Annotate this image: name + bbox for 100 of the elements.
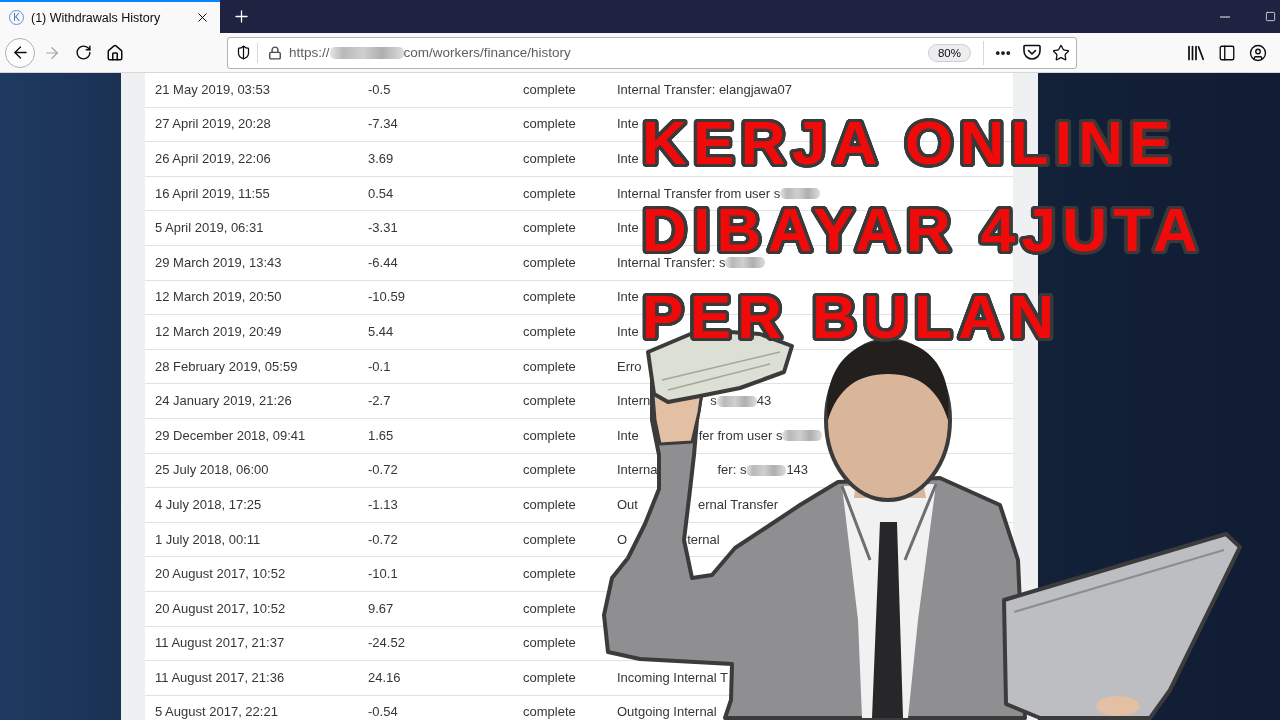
date-cell: 1 July 2018, 00:11	[155, 532, 261, 547]
amount-cell: 5.44	[368, 324, 394, 339]
zoom-level-badge[interactable]: 80%	[927, 43, 971, 62]
amount-cell: 9.67	[368, 601, 394, 616]
date-cell: 5 August 2017, 22:21	[155, 705, 278, 720]
description-text: s	[710, 394, 717, 409]
status-cell: complete	[523, 186, 576, 201]
tab-title: (1) Withdrawals History	[31, 10, 162, 25]
close-icon[interactable]	[195, 10, 210, 25]
back-button[interactable]	[5, 37, 35, 68]
status-cell: complete	[523, 567, 576, 582]
status-cell: complete	[523, 636, 576, 651]
date-cell: 12 March 2019, 20:50	[155, 290, 282, 305]
amount-cell: -1.13	[368, 497, 398, 512]
reload-icon[interactable]	[75, 44, 92, 61]
amount-cell: 3.69	[368, 152, 394, 166]
amount-cell: -6.44	[368, 255, 398, 270]
home-icon[interactable]	[106, 43, 124, 62]
description-text: Internal Transfer: s	[617, 255, 726, 270]
status-cell: complete	[523, 82, 576, 97]
date-cell: 16 April 2019, 11:55	[155, 186, 270, 201]
amount-cell: -3.31	[368, 221, 398, 236]
status-cell: complete	[523, 670, 576, 685]
description-text: Incoming Internal T	[617, 670, 729, 685]
description-text: fer: s	[717, 463, 747, 478]
account-icon[interactable]	[1249, 43, 1267, 62]
description-text: Inte	[617, 117, 639, 132]
status-cell: complete	[523, 152, 576, 166]
amount-cell: -7.34	[368, 117, 398, 132]
date-cell: 24 January 2019, 21:26	[155, 394, 292, 409]
date-cell: 25 July 2018, 06:00	[155, 463, 269, 478]
status-cell: complete	[523, 394, 576, 409]
status-cell: complete	[523, 117, 576, 132]
date-cell: 20 August 2017, 10:52	[155, 601, 286, 616]
amount-cell: 1.65	[368, 428, 394, 443]
description-text: Out	[617, 497, 638, 512]
description-text: Erro	[617, 359, 642, 374]
pouch-icon[interactable]	[1023, 44, 1041, 61]
shield-icon[interactable]	[236, 45, 251, 60]
amount-cell: -10.59	[368, 290, 405, 305]
plus-icon[interactable]	[232, 7, 251, 26]
redaction-blur	[716, 395, 757, 407]
description-text: Intern	[617, 394, 651, 409]
date-cell: 28 February 2019, 05:59	[155, 359, 298, 374]
sidebar-icon[interactable]	[1218, 43, 1236, 62]
amount-cell: -0.5	[368, 82, 391, 97]
description-text: 143	[786, 463, 809, 478]
amount-cell: -10.1	[368, 567, 398, 582]
status-cell: complete	[523, 428, 576, 443]
redaction-blur	[780, 188, 821, 200]
date-cell: 29 March 2019, 13:43	[155, 255, 282, 270]
date-cell: 11 August 2017, 21:37	[155, 636, 285, 651]
date-cell: 26 April 2019, 22:06	[155, 152, 271, 166]
date-cell: 4 July 2018, 17:25	[155, 497, 262, 512]
description-text: Inte	[617, 324, 639, 339]
status-cell: complete	[523, 601, 576, 616]
date-cell: 20 August 2017, 10:52	[155, 567, 286, 582]
date-cell: 29 December 2018, 09:41	[155, 428, 306, 443]
description-text: Outgoing Internal	[617, 705, 717, 720]
description-text: Internal Transfer from user s	[617, 186, 781, 201]
description-text: Inte	[617, 428, 639, 443]
status-cell: complete	[523, 359, 576, 374]
description-text: Inte	[617, 152, 639, 166]
amount-cell: 24.16	[368, 670, 401, 685]
status-cell: complete	[523, 463, 576, 478]
lock-icon[interactable]	[268, 45, 282, 60]
status-cell: complete	[523, 221, 576, 236]
description-text: fer from user s	[698, 428, 783, 443]
description-text: Internal Transfer: elangjawa07	[617, 82, 792, 97]
status-cell: complete	[523, 290, 576, 305]
description-text: 43	[756, 394, 772, 409]
description-text: Interna	[617, 463, 658, 478]
description-text: ternal	[687, 532, 720, 547]
description-text: Inte	[617, 290, 639, 305]
redaction-blur	[782, 430, 823, 442]
amount-cell: -0.1	[368, 359, 391, 374]
amount-cell: -2.7	[368, 394, 391, 409]
amount-cell: -24.52	[368, 636, 405, 651]
books-icon[interactable]	[1187, 44, 1205, 61]
maximize-icon[interactable]	[1265, 11, 1276, 22]
date-cell: 21 May 2019, 03:53	[155, 82, 270, 97]
description-text: O	[617, 532, 628, 547]
status-cell: complete	[523, 705, 576, 720]
star-icon[interactable]	[1052, 43, 1070, 62]
status-cell: complete	[523, 324, 576, 339]
date-cell: 5 April 2019, 06:31	[155, 221, 264, 236]
date-cell: 27 April 2019, 20:28	[155, 117, 271, 132]
url-text: com/workers/finance/history	[403, 45, 571, 60]
description-text: ernal Transfer	[697, 497, 779, 512]
amount-cell: -0.72	[368, 532, 398, 547]
amount-cell: -0.72	[368, 463, 398, 478]
date-cell: 12 March 2019, 20:49	[155, 324, 282, 339]
status-cell: complete	[523, 255, 576, 270]
browser-tab[interactable]: K (1) Withdrawals History	[0, 0, 220, 33]
date-cell: 11 August 2017, 21:36	[155, 670, 285, 685]
amount-cell: -0.54	[368, 705, 398, 720]
address-field[interactable]: https:// com/workers/finance/history 80%	[227, 36, 1077, 69]
redaction-blur	[725, 257, 766, 269]
redaction-blur	[746, 464, 787, 476]
url-text: https://	[289, 45, 330, 60]
